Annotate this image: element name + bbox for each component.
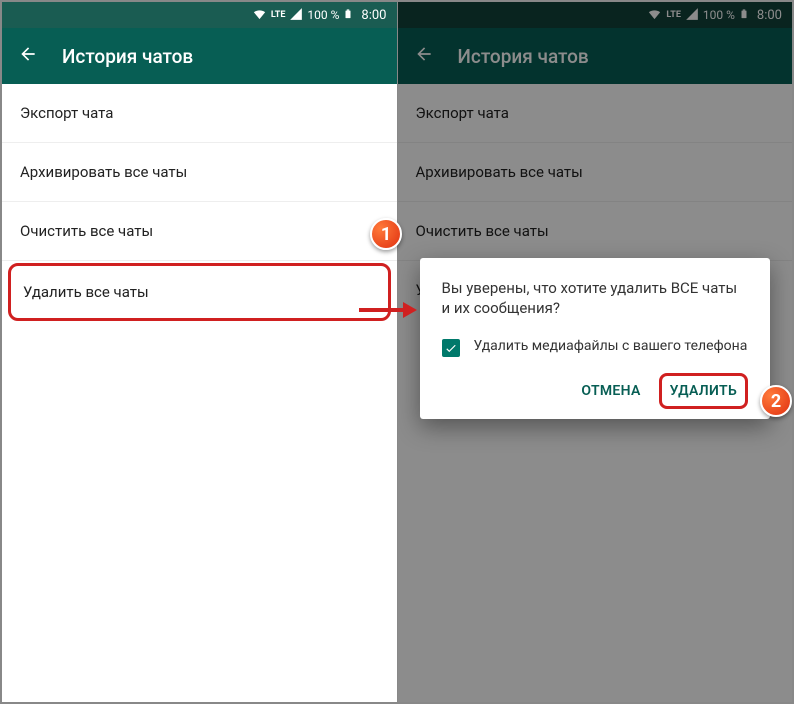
clock: 8:00 <box>361 8 386 23</box>
menu-delete-all[interactable]: Удалить все чаты <box>8 263 391 321</box>
menu-export-chat[interactable]: Экспорт чата <box>2 84 397 143</box>
signal-icon <box>289 7 303 24</box>
cancel-button[interactable]: ОТМЕНА <box>571 373 650 409</box>
status-bar: LTE 100 % 8:00 <box>2 2 397 28</box>
delete-button[interactable]: УДАЛИТЬ <box>659 373 748 409</box>
menu-list: Экспорт чата Архивировать все чаты Очист… <box>2 84 397 702</box>
lte-label: LTE <box>271 10 286 20</box>
screen-right: LTE 100 % 8:00 История чатов Экспорт чат… <box>398 2 793 702</box>
callout-1: 1 <box>370 218 402 250</box>
menu-archive-all[interactable]: Архивировать все чаты <box>2 143 397 202</box>
wifi-icon <box>252 6 267 24</box>
menu-clear-all[interactable]: Очистить все чаты <box>2 202 397 261</box>
app-bar: История чатов <box>2 28 397 84</box>
dialog-message: Вы уверены, что хотите удалить ВСЕ чаты … <box>442 278 749 319</box>
checkbox-checked-icon[interactable] <box>442 339 460 357</box>
page-title: История чатов <box>62 45 193 68</box>
back-arrow-icon[interactable] <box>18 44 38 68</box>
battery-icon <box>343 6 353 25</box>
callout-2: 2 <box>760 385 792 417</box>
delete-media-checkbox-row[interactable]: Удалить медиафайлы с вашего телефона <box>442 337 749 357</box>
screen-left: LTE 100 % 8:00 История чатов Экспорт чат… <box>2 2 397 702</box>
arrow-icon <box>359 302 417 318</box>
battery-pct: 100 % <box>307 8 339 22</box>
dialog-actions: ОТМЕНА УДАЛИТЬ <box>442 373 749 409</box>
confirm-dialog: Вы уверены, что хотите удалить ВСЕ чаты … <box>420 258 771 419</box>
checkbox-label: Удалить медиафайлы с вашего телефона <box>474 337 748 356</box>
